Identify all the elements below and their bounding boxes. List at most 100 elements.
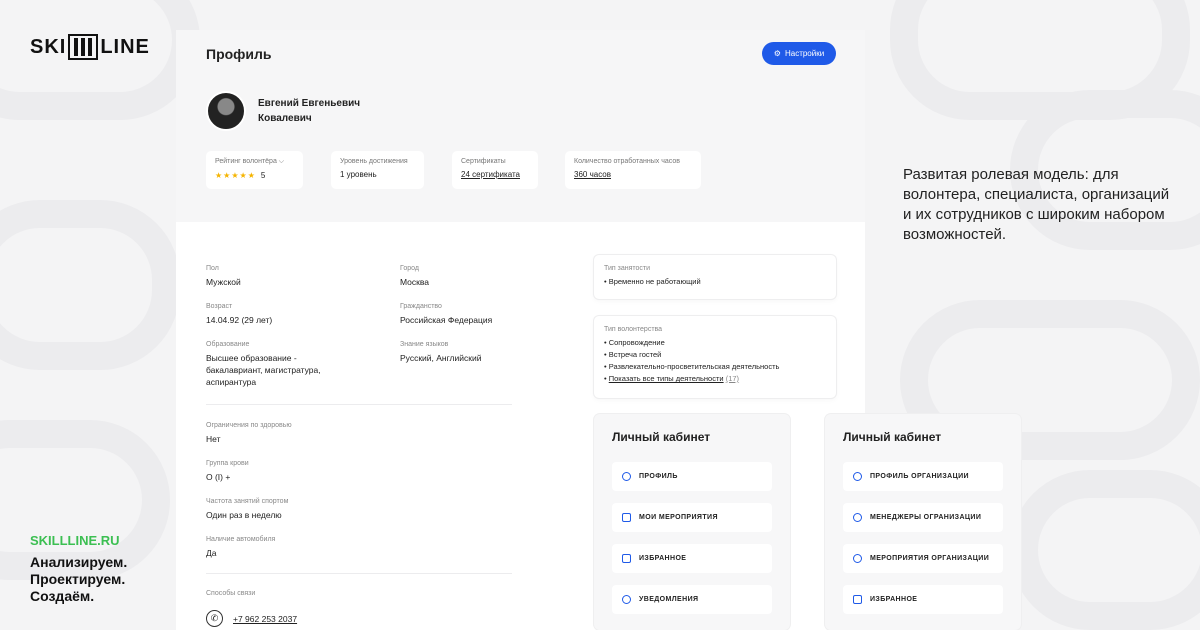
cabinet-item-favorites[interactable]: ИЗБРАННОЕ <box>612 544 772 573</box>
cabinet-item-org-events[interactable]: МЕРОПРИЯТИЯ ОРГАНИЗАЦИИ <box>843 544 1003 573</box>
divider <box>206 404 512 405</box>
building-icon <box>853 472 862 481</box>
cabinet-item-managers[interactable]: МЕНЕДЖЕРЫ ОГРАНИЗАЦИИ <box>843 503 1003 532</box>
divider <box>206 573 512 574</box>
team-icon <box>853 513 862 522</box>
headline-text: Развитая ролевая модель: для волонтера, … <box>903 166 1170 243</box>
field-education: Образование Высшее образование - бакалав… <box>206 341 331 388</box>
cabinet-item-label: ИЗБРАННОЕ <box>870 596 918 603</box>
field-value: 14.04.92 (29 лет) <box>206 315 273 325</box>
stat-label: Рейтинг волонтёра ⌵ <box>215 158 285 165</box>
stat-level: Уровень достижения 1 уровень <box>331 151 424 189</box>
cabinet-item-label: МОИ МЕРОПРИЯТИЯ <box>639 514 718 521</box>
cabinet-item-label: ПРОФИЛЬ <box>639 473 678 480</box>
field-car: Наличие автомобиля Да <box>206 536 275 559</box>
stat-value[interactable]: 360 часов <box>574 170 692 179</box>
field-value: Российская Федерация <box>400 315 493 325</box>
card-label: Тип волонтерства <box>604 326 663 333</box>
bell-icon <box>622 595 631 604</box>
stat-hours[interactable]: Количество отработанных часов 360 часов <box>565 151 701 189</box>
stat-value: ★★★★★ 5 <box>215 171 294 180</box>
logo-text-right: LINE <box>100 35 150 58</box>
logo-mark-icon <box>68 34 99 60</box>
list-item: • Временно не работающий <box>604 277 701 286</box>
name-line: Евгений Евгеньевич <box>258 98 361 109</box>
field-health: Ограничения по здоровью Нет <box>206 422 292 445</box>
field-languages: Знание языков Русский, Английский <box>400 341 481 364</box>
page-title: Профиль <box>206 46 272 62</box>
show-all-count: (17) <box>725 374 740 383</box>
cabinet-title: Личный кабинет <box>612 430 711 444</box>
volunteering-card: Тип волонтерства • Сопровождение • Встре… <box>594 316 836 398</box>
cabinet-item-label: ИЗБРАННОЕ <box>639 555 687 562</box>
cabinet-item-events[interactable]: МОИ МЕРОПРИЯТИЯ <box>612 503 772 532</box>
field-label: Возраст <box>206 303 233 310</box>
cabinet-item-org-profile[interactable]: ПРОФИЛЬ ОРГАНИЗАЦИИ <box>843 462 1003 491</box>
field-value: Москва <box>400 277 430 287</box>
cabinet-item-label: ПРОФИЛЬ ОРГАНИЗАЦИИ <box>870 473 969 480</box>
field-label: Город <box>400 265 419 272</box>
stat-value: 1 уровень <box>340 170 377 179</box>
field-sport: Частота занятий спортом Один раз в недел… <box>206 498 288 521</box>
cabinet-item-org-favorites[interactable]: ИЗБРАННОЕ <box>843 585 1003 614</box>
rating-number: 5 <box>260 171 266 180</box>
field-contacts: Способы связи <box>206 590 255 597</box>
list-item: • Встреча гостей <box>604 350 662 359</box>
cabinet-organization: Личный кабинет ПРОФИЛЬ ОРГАНИЗАЦИИ МЕНЕД… <box>825 414 1021 630</box>
field-label: Знание языков <box>400 341 449 348</box>
field-label: Частота занятий спортом <box>206 498 289 505</box>
field-value: Мужской <box>206 277 241 287</box>
card-label: Тип занятости <box>604 265 651 272</box>
field-value: Высшее образование - бакалавриант, магис… <box>206 353 321 387</box>
field-label: Способы связи <box>206 590 256 597</box>
list-item: • Сопровождение <box>604 338 665 347</box>
slogan-line: Проектируем. <box>30 571 126 587</box>
bookmark-icon <box>853 595 862 604</box>
field-value: Да <box>206 548 217 558</box>
cabinet-volunteer: Личный кабинет ПРОФИЛЬ МОИ МЕРОПРИЯТИЯ И… <box>594 414 790 630</box>
cabinet-item-profile[interactable]: ПРОФИЛЬ <box>612 462 772 491</box>
stat-label: Сертификаты <box>461 158 506 165</box>
gear-icon: ⚙ <box>773 49 781 58</box>
settings-label: Настройки <box>784 49 825 58</box>
brand-slogan: Анализируем. Проектируем. Создаём. <box>30 554 127 605</box>
field-value: O (I) + <box>206 472 231 482</box>
phone-contact[interactable]: ✆ +7 962 253 2037 <box>206 610 297 627</box>
bookmark-icon <box>622 554 631 563</box>
stat-rating[interactable]: Рейтинг волонтёра ⌵ ★★★★★ 5 <box>206 151 303 189</box>
employment-card: Тип занятости • Временно не работающий <box>594 255 836 299</box>
field-value: Нет <box>206 434 221 444</box>
phone-icon: ✆ <box>206 610 223 627</box>
field-gender: Пол Мужской <box>206 265 241 288</box>
field-citizenship: Гражданство Российская Федерация <box>400 303 492 326</box>
cabinet-item-label: МЕРОПРИЯТИЯ ОРГАНИЗАЦИИ <box>870 555 990 562</box>
field-label: Наличие автомобиля <box>206 536 276 543</box>
phone-number[interactable]: +7 962 253 2037 <box>233 614 297 624</box>
settings-button[interactable]: ⚙ Настройки <box>762 42 836 65</box>
name-line: Ковалевич <box>258 113 312 124</box>
show-all-link[interactable]: • Показать все типы деятельности (17) <box>604 373 826 385</box>
field-label: Пол <box>206 265 219 272</box>
skillline-logo[interactable]: SKI LINE <box>30 34 150 60</box>
user-name: Евгений Евгеньевич Ковалевич <box>258 96 360 126</box>
document-icon <box>622 513 631 522</box>
field-label: Группа крови <box>206 460 249 467</box>
field-label: Ограничения по здоровью <box>206 422 292 429</box>
cabinet-title: Личный кабинет <box>843 430 942 444</box>
cabinet-item-label: УВЕДОМЛЕНИЯ <box>639 596 699 603</box>
show-all-label[interactable]: Показать все типы деятельности <box>609 374 724 383</box>
rating-stars-icon: ★★★★★ <box>215 171 256 180</box>
brand-site[interactable]: SKILLLINE.RU <box>30 533 120 548</box>
field-value: Русский, Английский <box>400 353 482 363</box>
avatar <box>206 91 246 131</box>
slogan-line: Анализируем. <box>30 554 128 570</box>
list-item: • Развлекательно-просветительская деятел… <box>604 362 780 371</box>
field-label: Гражданство <box>400 303 442 310</box>
logo-text-left: SKI <box>30 35 67 58</box>
stat-certificates[interactable]: Сертификаты 24 сертификата <box>452 151 538 189</box>
field-label: Образование <box>206 341 250 348</box>
field-value: Один раз в неделю <box>206 510 282 520</box>
slogan-line: Создаём. <box>30 588 95 604</box>
cabinet-item-notifications[interactable]: УВЕДОМЛЕНИЯ <box>612 585 772 614</box>
stat-value[interactable]: 24 сертификата <box>461 170 529 179</box>
